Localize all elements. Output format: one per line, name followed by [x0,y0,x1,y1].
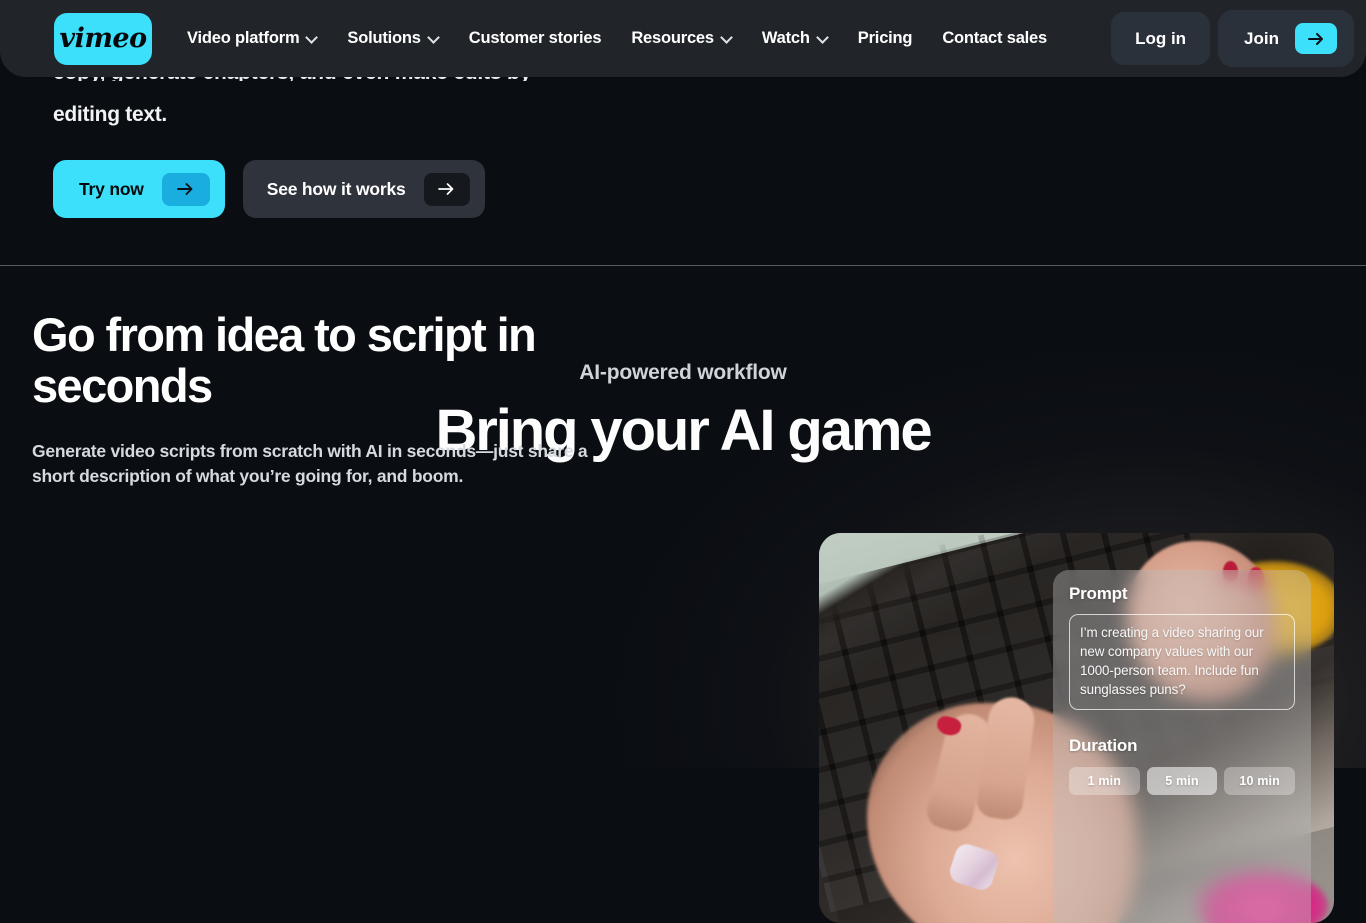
try-now-label: Try now [79,178,144,199]
nav-item-video-platform[interactable]: Video platform [172,15,332,63]
nav-item-label: Watch [761,29,810,47]
see-how-it-works-button[interactable]: See how it works [242,160,485,218]
arrow-right-icon [438,183,454,195]
nav-item-label: Resources [631,29,714,47]
feature-body: Generate video scripts from scratch with… [32,441,588,487]
prompt-input-value: I’m creating a video sharing our new com… [1080,625,1264,698]
arrow-right-icon [1308,32,1323,45]
nav-item-pricing[interactable]: Pricing [843,15,928,63]
duration-label: Duration [1069,736,1138,756]
duration-option-label: 1 min [1087,774,1122,789]
nav-item-label: Solutions [347,29,421,47]
chevron-down-icon [306,32,317,43]
try-now-button[interactable]: Try now [53,160,225,218]
feature-media-card: Prompt I’m creating a video sharing our … [819,533,1334,923]
nav-item-watch[interactable]: Watch [747,15,843,63]
nav-item-customer-stories[interactable]: Customer stories [454,15,617,63]
duration-option-10-min[interactable]: 10 min [1224,767,1296,796]
duration-option-label: 5 min [1165,774,1199,789]
nav-item-label: Customer stories [468,29,602,47]
nav-links: Video platform Solutions Customer storie… [172,15,1111,63]
join-button-label: Join [1244,28,1279,48]
feature-heading: Go from idea to script in seconds [32,308,537,413]
section-divider [0,265,1366,266]
nav-item-contact-sales[interactable]: Contact sales [927,15,1062,63]
join-arrow-container [1295,23,1337,54]
join-button[interactable]: Join [1218,10,1354,67]
nav-item-solutions[interactable]: Solutions [332,15,453,63]
prompt-label: Prompt [1069,584,1128,603]
duration-option-5-min[interactable]: 5 min [1146,767,1218,796]
hero-tail-section: copy, generate chapters, and even make e… [0,61,1366,265]
duration-option-1-min[interactable]: 1 min [1069,767,1140,796]
hero-paragraph-tail: editing text. [53,103,167,126]
prompt-input[interactable]: I’m creating a video sharing our new com… [1069,614,1295,711]
nav-item-label: Pricing [857,29,913,47]
see-how-it-works-label: See how it works [266,178,406,199]
nav-item-label: Video platform [187,29,300,47]
chevron-down-icon [817,32,828,43]
arrow-right-icon [177,183,193,195]
vimeo-logo-text: vimeo [59,23,147,54]
login-button[interactable]: Log in [1111,12,1211,65]
see-how-arrow-container [423,172,470,206]
prompt-panel: Prompt I’m creating a video sharing our … [1053,570,1311,923]
vimeo-logo[interactable]: vimeo [54,12,152,65]
nav-item-label: Contact sales [942,29,1048,47]
try-now-arrow-container [161,172,210,206]
nav-item-resources[interactable]: Resources [616,15,747,63]
chevron-down-icon [721,32,732,43]
login-button-label: Log in [1135,28,1187,48]
duration-options: 1 min 5 min 10 min [1069,767,1296,796]
main-navbar: vimeo Video platform Solutions Customer … [0,0,1366,77]
duration-option-label: 10 min [1239,774,1280,789]
hero-cta-group: Try now See how it works [53,160,485,218]
nav-auth-actions: Log in Join [1111,10,1354,67]
feature-copy-block: Go from idea to script in seconds Genera… [32,309,642,489]
chevron-down-icon [428,32,439,43]
